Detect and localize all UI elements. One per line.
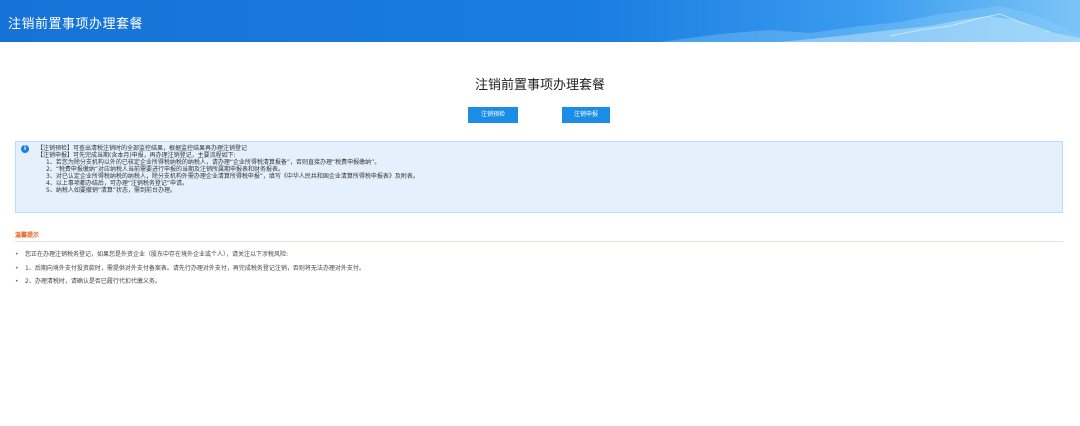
banner-title: 注销前置事项办理套餐 bbox=[8, 17, 144, 32]
info-step-3: 3、对已认定企业所得税纳税的纳税人，除分支机构外需办理企业清算所得税申报”，填写… bbox=[46, 173, 419, 180]
info-step-4: 4、以上事项都办结后，可办理“注销税务登记”申请。 bbox=[46, 180, 189, 187]
info-step-2: 2、“税费申报缴纳”对应纳税人当前需要进行申报的当期及注销所属期申报表和财务报表… bbox=[46, 166, 285, 173]
top-banner: 注销前置事项办理套餐 bbox=[0, 0, 1080, 42]
cancellation-precheck-button[interactable]: 注销预检 bbox=[468, 107, 518, 123]
warning-item: • 2、办理清税时，请确认是否已履行代扣代缴义务。 bbox=[15, 278, 161, 285]
warning-item: • 1、后期向境外支付投资款时，需提供对外支付备案表。请先行办理对外支付，再完成税… bbox=[15, 265, 365, 272]
cancellation-declare-button[interactable]: 注销申报 bbox=[562, 107, 610, 123]
info-panel: i 【注销预检】可查出清税注销时的全部监控结果，根据监控结果再办理注销登记 【注… bbox=[15, 141, 1063, 213]
warning-item-text: 2、办理清税时，请确认是否已履行代扣代缴义务。 bbox=[25, 278, 161, 285]
bullet-icon: • bbox=[15, 278, 19, 285]
warning-divider bbox=[15, 241, 1063, 242]
warning-item-text: 您正在办理注销税务登记，如果您是外资企业（股东中存在境外企业或个人），请关注以下… bbox=[25, 251, 289, 258]
bullet-icon: • bbox=[15, 251, 19, 258]
warning-title: 温馨提示 bbox=[15, 232, 40, 239]
page-title: 注销前置事项办理套餐 bbox=[474, 78, 605, 93]
bullet-icon: • bbox=[15, 265, 19, 272]
great-wall-decoration-icon bbox=[660, 6, 1080, 42]
info-step-1: 1、若您为除分支机构以外的已核定企业所得税纳税的纳税人，请办理“企业所得税清算报… bbox=[46, 159, 381, 166]
info-line-precheck: 【注销预检】可查出清税注销时的全部监控结果，根据监控结果再办理注销登记 bbox=[37, 145, 248, 152]
warning-item-text: 1、后期向境外支付投资款时，需提供对外支付备案表。请先行办理对外支付，再完成税务… bbox=[25, 265, 365, 272]
warning-item: • 您正在办理注销税务登记，如果您是外资企业（股东中存在境外企业或个人），请关注以… bbox=[15, 251, 288, 258]
info-circle-icon: i bbox=[21, 145, 29, 153]
info-line-declare: 【注销申报】可先完成当期(含本月)申报，再办理注销登记，主要流程如下: bbox=[37, 152, 236, 159]
info-step-5: 5、纳税人如要撤销“清算”状态，需到前台办理。 bbox=[46, 187, 177, 194]
